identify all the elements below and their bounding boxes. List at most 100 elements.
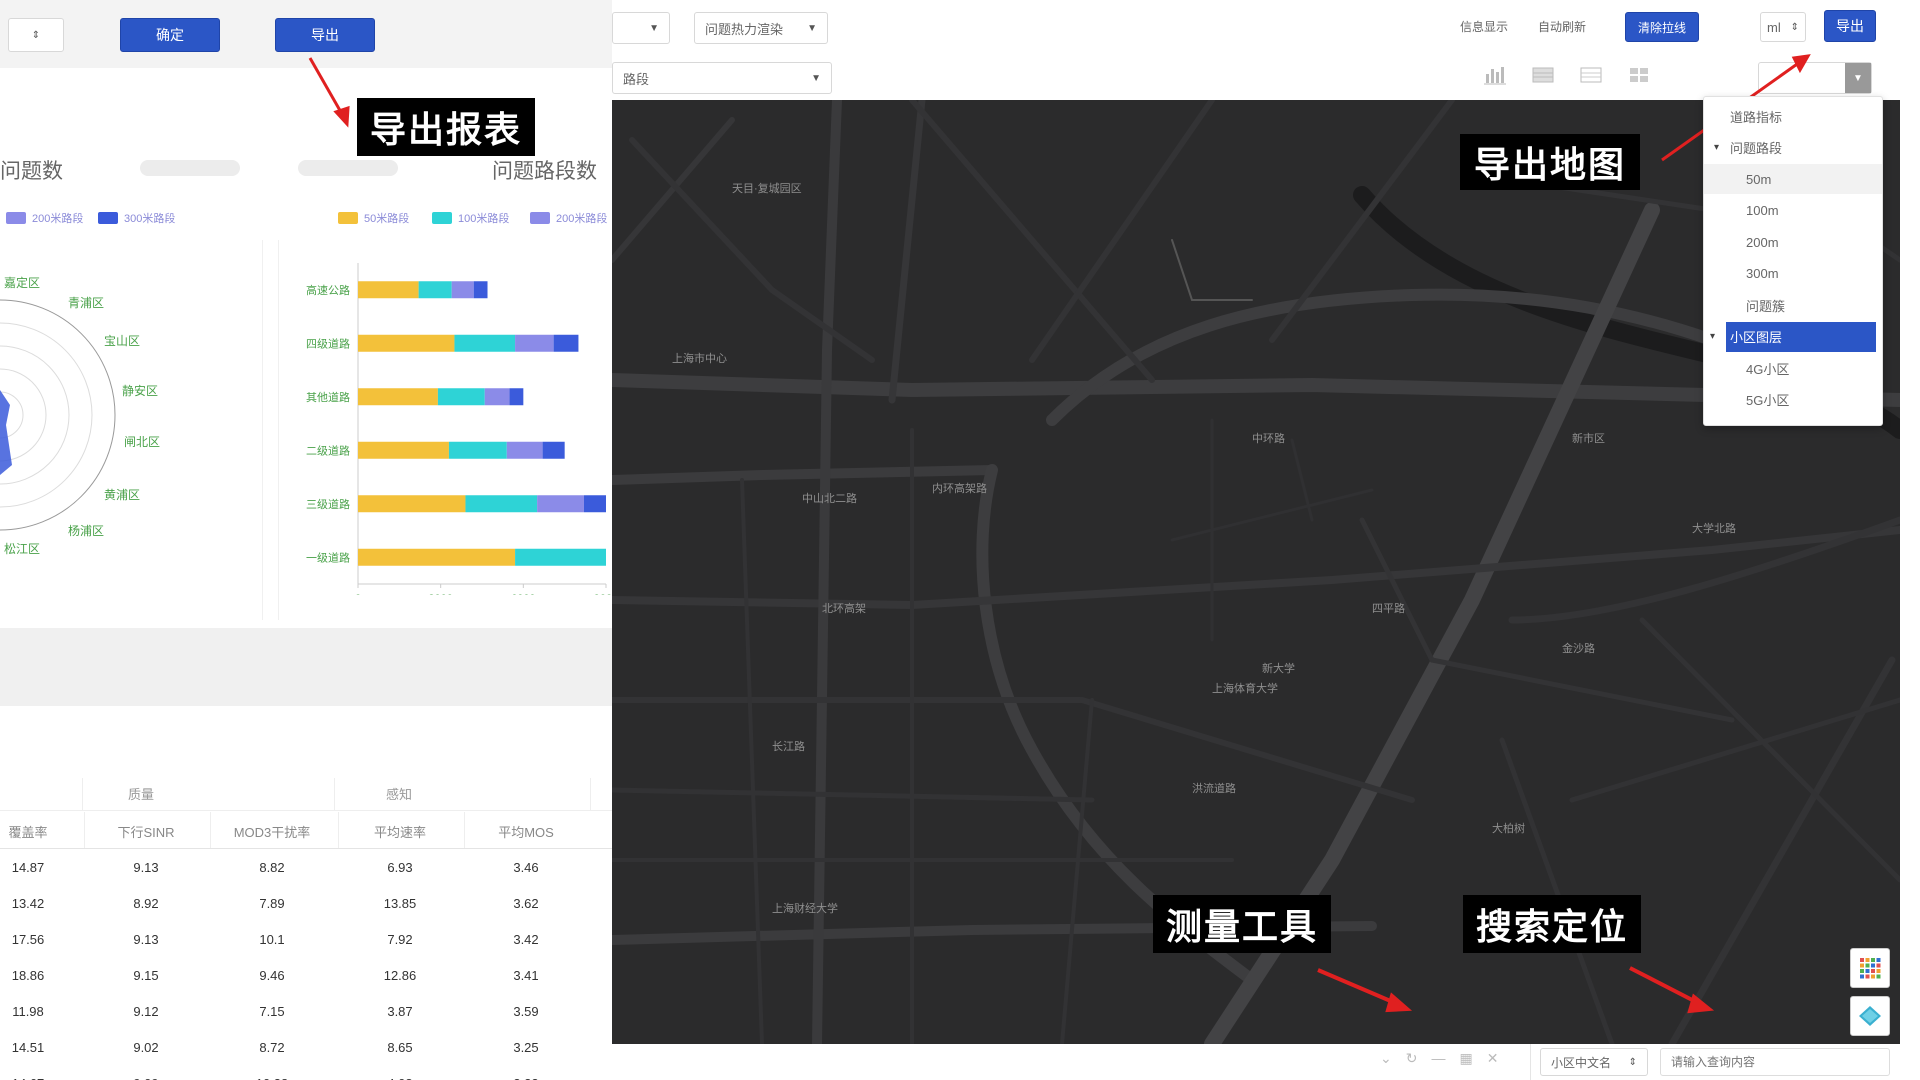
legend-label: 100米路段: [458, 213, 510, 225]
legend-item[interactable]: 200米路段: [530, 210, 607, 226]
legend-label: 300米路段: [124, 213, 176, 225]
divider: [210, 812, 211, 848]
red-arrow-head: [333, 105, 350, 128]
layer-menu-item[interactable]: 200m: [1704, 227, 1882, 257]
legend-item[interactable]: 300米路段: [98, 210, 175, 226]
table-cell: 8.92: [133, 896, 159, 911]
road: [1639, 617, 1900, 883]
search-type-value: 小区中文名: [1551, 1055, 1612, 1070]
legend-swatch: [432, 212, 452, 224]
table-cell: 4.08: [350, 1076, 450, 1080]
grid-dot: [1876, 963, 1881, 968]
x-tick-label: 6000: [511, 593, 535, 595]
map-place-label: 金沙路: [1562, 643, 1595, 655]
y-tick-label: 一级道路: [306, 550, 350, 564]
grid-dot: [1865, 958, 1870, 962]
bar-segment[interactable]: [515, 548, 606, 566]
district-label: 黄浦区: [104, 488, 141, 502]
area-measure-icon[interactable]: ▦: [1459, 1050, 1472, 1067]
layer-menu-item[interactable]: 100m: [1704, 196, 1882, 226]
layer-menu-item[interactable]: 问题簇: [1704, 290, 1882, 320]
table-header-cell: 覆盖率: [8, 825, 48, 840]
bar-segment[interactable]: [515, 334, 554, 352]
layer-menu-item[interactable]: 5G小区: [1704, 385, 1882, 415]
red-arrow-head: [1385, 992, 1413, 1013]
divider: [82, 778, 83, 810]
bar-segment[interactable]: [358, 334, 455, 352]
bar-segment[interactable]: [542, 441, 565, 459]
table-cell: 3.25: [513, 1040, 539, 1055]
table-group-header: 质量: [128, 787, 155, 802]
map-place-label: 大学北路: [1692, 523, 1736, 535]
district-label: 松江区: [4, 542, 41, 556]
district-label: 嘉定区: [4, 276, 41, 290]
bar-segment[interactable]: [358, 495, 466, 513]
layer-menu-item[interactable]: 4G小区: [1704, 353, 1882, 383]
divider: [338, 812, 339, 848]
bar-segment[interactable]: [358, 441, 449, 459]
table-header-cell: 下行SINR: [117, 825, 175, 840]
layers-icon[interactable]: [1850, 996, 1890, 1036]
divider: [262, 240, 263, 620]
road: [1429, 657, 1735, 723]
red-arrow-head: [1791, 54, 1811, 74]
polar-ring: [0, 299, 116, 531]
bar-segment[interactable]: [448, 441, 507, 459]
bar-segment[interactable]: [358, 548, 516, 566]
legend-item[interactable]: 100米路段: [432, 210, 509, 226]
road: [1359, 517, 1435, 663]
bar-segment[interactable]: [437, 388, 485, 406]
table-cell: 10.1: [259, 932, 285, 947]
road: [1079, 697, 1415, 803]
bar-segment[interactable]: [506, 441, 543, 459]
bar-segment[interactable]: [583, 495, 606, 513]
layer-menu-item[interactable]: ▾ 小区图层: [1710, 321, 1876, 352]
table-cell: 17.56: [11, 932, 45, 947]
table-cell: 14.87: [11, 860, 45, 875]
map-place-label: 上海体育大学: [1212, 683, 1278, 695]
layer-menu-label: 道路指标: [1730, 109, 1783, 125]
layer-menu-item[interactable]: 道路指标: [1704, 101, 1882, 131]
x-tick-label: 0: [355, 593, 361, 595]
road: [1171, 239, 1253, 301]
chevron-down-icon[interactable]: ⌄: [1380, 1050, 1392, 1067]
layer-dropdown-menu: 道路指标 ▾ 问题路段 50m 100m 200m 300m 问题簇 ▾ 小区图层 4G小区 5G小区: [1703, 96, 1883, 426]
layer-menu-item[interactable]: 50m: [1704, 164, 1882, 194]
legend-item[interactable]: 50米路段: [338, 210, 409, 226]
bar-segment[interactable]: [484, 388, 510, 406]
bar-segment[interactable]: [454, 334, 516, 352]
bar-segment[interactable]: [537, 495, 584, 513]
refresh-icon[interactable]: ↻: [1406, 1050, 1418, 1067]
layer-menu-item[interactable]: ▾ 问题路段: [1704, 133, 1882, 163]
table-cell: 8.82: [259, 860, 285, 875]
grid-apps-icon[interactable]: [1850, 948, 1890, 988]
grid-dot: [1860, 969, 1864, 973]
x-tick-label: 9000: [594, 593, 612, 595]
caret-down-icon[interactable]: ▾: [1714, 142, 1719, 153]
bar-segment[interactable]: [509, 388, 524, 406]
map-bottom-bar: ⌄ ↻ — ▦ ✕ 小区中文名 ⇕: [612, 1044, 1920, 1080]
divider: [590, 778, 591, 810]
bar-segment[interactable]: [465, 495, 538, 513]
layer-menu-label: 小区图层: [1730, 330, 1783, 345]
callout-export-map: 导出地图: [1460, 134, 1640, 190]
close-icon[interactable]: ✕: [1487, 1050, 1499, 1067]
callout-measure-tool: 测量工具: [1153, 895, 1331, 953]
search-type-select[interactable]: 小区中文名 ⇕: [1540, 1048, 1648, 1076]
table-cell: 9.12: [133, 1004, 159, 1019]
layer-menu-item[interactable]: 300m: [1704, 259, 1882, 289]
bar-segment[interactable]: [473, 281, 488, 299]
line-measure-icon[interactable]: —: [1431, 1050, 1445, 1067]
legend-item[interactable]: 200米路段: [6, 210, 83, 226]
red-arrow-line: [1629, 966, 1703, 1007]
caret-down-icon[interactable]: ▾: [1710, 331, 1715, 342]
table-cell: 9.13: [133, 860, 159, 875]
bar-segment[interactable]: [358, 388, 438, 406]
bar-segment[interactable]: [358, 281, 419, 299]
bar-segment[interactable]: [418, 281, 452, 299]
bar-segment[interactable]: [553, 334, 579, 352]
search-input[interactable]: [1660, 1048, 1890, 1076]
bar-segment[interactable]: [451, 281, 474, 299]
table-cell: 3.59: [513, 1004, 539, 1019]
x-tick-label: 3000: [428, 593, 452, 595]
